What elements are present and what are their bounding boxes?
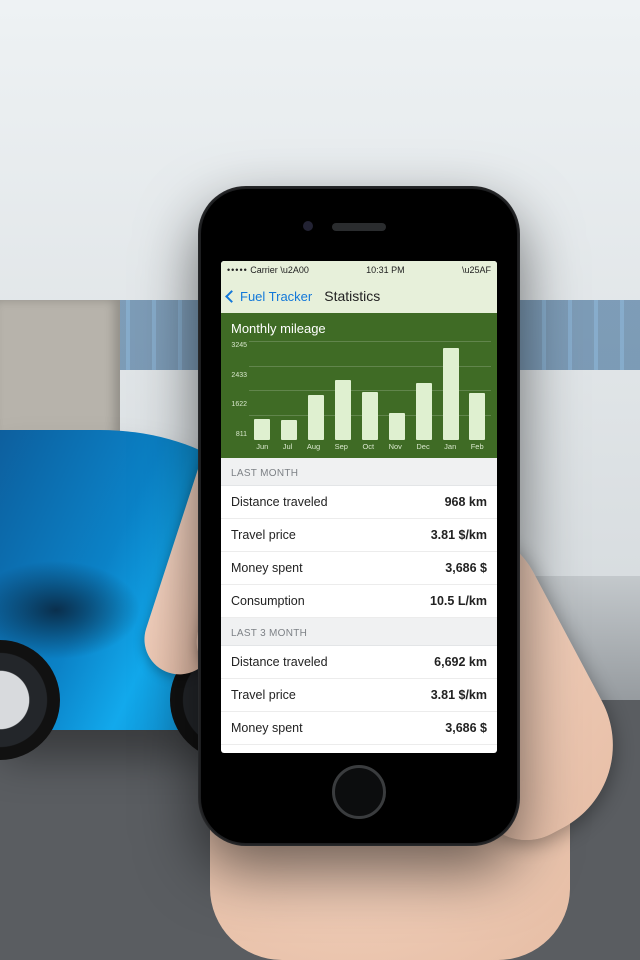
- x-tick: Nov: [389, 442, 402, 456]
- bar[interactable]: [308, 395, 324, 440]
- stat-label: Distance traveled: [231, 495, 328, 509]
- y-tick: 811: [223, 431, 247, 438]
- navigation-bar: Fuel Tracker Statistics: [221, 279, 497, 313]
- status-bar: ••••• Carrier \u2A00 10:31 PM \u25AF: [221, 261, 497, 279]
- stat-row[interactable]: Money spent 3,686 $: [221, 552, 497, 585]
- wifi-icon: \u2A00: [280, 265, 309, 275]
- stat-row[interactable]: Distance traveled 968 km: [221, 486, 497, 519]
- x-axis-labels: Jun Jul Aug Sep Oct Nov Dec Jan Feb: [249, 442, 491, 456]
- x-tick: Dec: [416, 442, 429, 456]
- stat-value: 968 km: [445, 495, 487, 509]
- chart-title: Monthly mileage: [221, 313, 497, 340]
- stat-row[interactable]: Money spent 3,686 $: [221, 712, 497, 745]
- stat-label: Money spent: [231, 561, 303, 575]
- x-tick: Jul: [283, 442, 293, 456]
- monthly-mileage-chart: Monthly mileage 3245 2433 1622 811 Jun Jul Au…: [221, 313, 497, 458]
- y-tick: 1622: [223, 401, 247, 408]
- stat-value: 10.5 L/km: [430, 594, 487, 608]
- bar[interactable]: [254, 419, 270, 440]
- x-tick: Sep: [335, 442, 348, 456]
- back-label: Fuel Tracker: [240, 289, 312, 304]
- x-tick: Jun: [256, 442, 268, 456]
- chevron-left-icon: [225, 290, 238, 303]
- y-tick: 2433: [223, 372, 247, 379]
- stat-value: 3.81 $/km: [431, 688, 487, 702]
- back-button[interactable]: Fuel Tracker: [227, 289, 312, 304]
- signal-strength: ••••• Carrier \u2A00: [227, 265, 309, 275]
- stat-label: Travel price: [231, 688, 296, 702]
- stats-sections: LAST MONTH Distance traveled 968 km Travel …: [221, 458, 497, 745]
- bar[interactable]: [469, 393, 485, 440]
- bar[interactable]: [281, 420, 297, 440]
- phone-frame: ••••• Carrier \u2A00 10:31 PM \u25AF Fue…: [198, 186, 520, 846]
- phone-camera-icon: [303, 221, 313, 231]
- stat-row[interactable]: Travel price 3.81 $/km: [221, 519, 497, 552]
- section-header: LAST 3 MONTH: [221, 618, 497, 646]
- y-axis-labels: 3245 2433 1622 811: [223, 340, 247, 440]
- stat-label: Money spent: [231, 721, 303, 735]
- chart-bars: [249, 342, 491, 440]
- stat-row[interactable]: Consumption 10.5 L/km: [221, 585, 497, 618]
- stat-value: 3.81 $/km: [431, 528, 487, 542]
- promo-scene: ••••• Carrier \u2A00 10:31 PM \u25AF Fue…: [0, 0, 640, 960]
- stat-label: Travel price: [231, 528, 296, 542]
- x-tick: Jan: [444, 442, 456, 456]
- bar[interactable]: [443, 348, 459, 440]
- y-tick: 3245: [223, 342, 247, 349]
- x-tick: Feb: [471, 442, 484, 456]
- battery-icon: \u25AF: [462, 265, 491, 275]
- stat-value: 3,686 $: [445, 561, 487, 575]
- section-header: LAST MONTH: [221, 458, 497, 486]
- bar[interactable]: [389, 413, 405, 440]
- bar[interactable]: [362, 392, 378, 440]
- stat-label: Consumption: [231, 594, 305, 608]
- app-screen: ••••• Carrier \u2A00 10:31 PM \u25AF Fue…: [221, 261, 497, 753]
- stat-value: 3,686 $: [445, 721, 487, 735]
- bar[interactable]: [416, 383, 432, 440]
- bar[interactable]: [335, 380, 351, 440]
- x-tick: Oct: [362, 442, 374, 456]
- clock: 10:31 PM: [366, 265, 405, 275]
- stat-row[interactable]: Distance traveled 6,692 km: [221, 646, 497, 679]
- stat-row[interactable]: Travel price 3.81 $/km: [221, 679, 497, 712]
- x-tick: Aug: [307, 442, 320, 456]
- stat-value: 6,692 km: [434, 655, 487, 669]
- home-button[interactable]: [332, 765, 386, 819]
- phone-speaker-icon: [332, 223, 386, 231]
- page-title: Statistics: [324, 288, 380, 304]
- stat-label: Distance traveled: [231, 655, 328, 669]
